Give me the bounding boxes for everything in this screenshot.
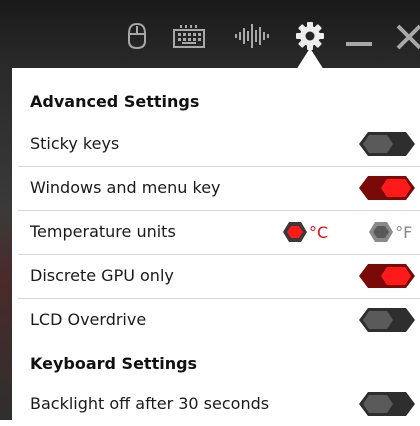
mouse-icon[interactable] bbox=[124, 22, 150, 50]
gear-icon[interactable] bbox=[293, 22, 327, 50]
minimize-icon[interactable] bbox=[343, 22, 375, 50]
advanced-settings-header: Advanced Settings bbox=[30, 92, 200, 111]
temperature-unit-selector: °C °F bbox=[282, 220, 412, 244]
backlight-off-label: Backlight off after 30 seconds bbox=[30, 394, 270, 413]
row-windows-menu-key: Windows and menu key bbox=[18, 166, 420, 211]
sticky-keys-toggle[interactable] bbox=[358, 131, 416, 157]
celsius-option[interactable]: °C bbox=[282, 221, 328, 243]
celsius-radio-icon bbox=[283, 222, 307, 242]
audio-equalizer-icon[interactable] bbox=[233, 22, 271, 50]
close-icon[interactable] bbox=[393, 22, 420, 50]
windows-menu-key-toggle[interactable] bbox=[358, 175, 416, 201]
backlight-off-toggle[interactable] bbox=[358, 391, 416, 417]
row-discrete-gpu: Discrete GPU only bbox=[18, 254, 420, 299]
celsius-label: °C bbox=[309, 222, 329, 242]
row-lcd-overdrive: LCD Overdrive bbox=[18, 298, 420, 342]
keyboard-icon[interactable] bbox=[172, 22, 206, 50]
background-strip bbox=[0, 68, 12, 420]
discrete-gpu-label: Discrete GPU only bbox=[30, 266, 174, 285]
row-sticky-keys: Sticky keys bbox=[18, 122, 420, 167]
temperature-units-label: Temperature units bbox=[30, 222, 176, 241]
discrete-gpu-toggle[interactable] bbox=[358, 263, 416, 289]
active-tab-pointer bbox=[296, 48, 324, 70]
sticky-keys-label: Sticky keys bbox=[30, 134, 120, 153]
settings-panel: Advanced Settings Sticky keys Windows an… bbox=[12, 68, 420, 420]
fahrenheit-label: °F bbox=[395, 222, 413, 242]
windows-menu-key-label: Windows and menu key bbox=[30, 178, 221, 197]
fahrenheit-option[interactable]: °F bbox=[368, 221, 412, 243]
lcd-overdrive-toggle[interactable] bbox=[358, 307, 416, 333]
row-backlight-off: Backlight off after 30 seconds bbox=[18, 382, 420, 426]
fahrenheit-radio-icon bbox=[369, 222, 394, 242]
keyboard-settings-header: Keyboard Settings bbox=[30, 354, 198, 373]
lcd-overdrive-label: LCD Overdrive bbox=[30, 310, 147, 329]
row-temperature-units: Temperature units °C °F bbox=[18, 210, 420, 255]
top-toolbar bbox=[0, 0, 420, 68]
